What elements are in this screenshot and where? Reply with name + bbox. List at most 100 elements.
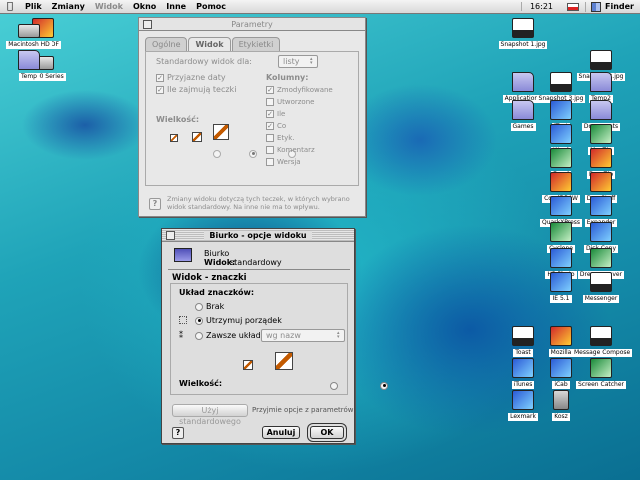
doc-icon xyxy=(512,326,534,346)
checkbox-label: Wersja xyxy=(277,158,301,166)
desktop-icon-messenger[interactable]: Messenger xyxy=(572,272,630,303)
column-checkbox-version[interactable]: Wersja xyxy=(266,156,333,168)
widok-tab-pane: Standardowy widok dla: listy ✓Przyjazne … xyxy=(145,51,359,186)
size-medium-radio[interactable] xyxy=(249,149,258,158)
large-icon-size-icon xyxy=(213,124,229,140)
checkbox-label: Zmodyfikowane xyxy=(277,86,333,94)
biurko-titlebar[interactable]: Biurko - opcje widoku xyxy=(162,229,354,242)
large-icon-size-icon xyxy=(275,352,293,370)
checkbox-folder-sizes[interactable]: ✓ Ile zajmują teczki xyxy=(156,85,236,94)
checkbox-box: ✓ xyxy=(156,73,164,82)
app-icon xyxy=(590,222,612,242)
app-icon xyxy=(550,272,572,292)
menubar-clock[interactable]: 16:21 xyxy=(520,2,561,11)
close-box-icon[interactable] xyxy=(166,231,175,240)
checkbox-label: Utworzone xyxy=(277,98,315,106)
column-checkbox-modified[interactable]: ✓ Zmodyfikowane xyxy=(266,84,333,96)
active-app-name: Finder xyxy=(605,2,634,11)
tab-etykietki[interactable]: Etykietki xyxy=(231,37,281,51)
sort-by-popup[interactable]: wg nazw xyxy=(261,329,345,342)
desktop-icon-label: Messenger xyxy=(582,295,620,303)
ok-button[interactable]: OK xyxy=(310,426,344,439)
checkbox-box xyxy=(266,98,274,106)
tab-ogolne[interactable]: Ogólne xyxy=(145,37,188,51)
biurko-view-options-window: Biurko - opcje widoku Biurko Widok: stan… xyxy=(161,228,389,444)
desktop-icon-macintosh-hd[interactable]: Macintosh HD xyxy=(0,18,58,49)
columns-label: Kolumny: xyxy=(266,73,309,82)
column-checkbox-comment[interactable]: Komentarz xyxy=(266,144,333,156)
desktop-icon-label: iCab xyxy=(552,381,570,389)
icon-view-groupbox: Układ znaczków: Brak Utrzymuj porządek ⁑… xyxy=(170,283,389,395)
checkbox-label: Komentarz xyxy=(277,146,315,154)
radio-always-arrange[interactable]: Zawsze układaj xyxy=(195,331,268,340)
column-checkbox-label[interactable]: Etyk. xyxy=(266,132,333,144)
app-icon xyxy=(550,358,572,378)
small-icon-size-icon xyxy=(170,134,178,142)
doc-icon xyxy=(590,272,612,292)
finder-icon xyxy=(591,1,601,12)
menu-widok[interactable]: Widok xyxy=(90,2,128,11)
desktop-icon-label: Message Compose xyxy=(572,349,633,357)
desktop-icon-message-compose[interactable]: Message Compose xyxy=(572,326,633,357)
window-title: Parametry xyxy=(226,19,278,29)
radio-label: Utrzymuj porządek xyxy=(206,316,282,325)
desktop-icon-label: Kosz xyxy=(552,413,570,421)
doc-icon xyxy=(590,326,612,346)
cancel-button[interactable]: Anuluj xyxy=(262,426,300,439)
column-checkbox-size[interactable]: ✓ Ile xyxy=(266,108,333,120)
application-menu[interactable]: Finder xyxy=(585,1,640,12)
help-icon[interactable]: ? xyxy=(149,198,161,210)
desktop-icon-label: Mozilla xyxy=(548,349,574,357)
checkbox-box: ✓ xyxy=(266,110,274,118)
app2-icon xyxy=(550,326,572,346)
desktop-icon-screen-catcher[interactable]: Screen Catcher xyxy=(572,358,630,389)
radio-keep-arranged[interactable]: Utrzymuj porządek xyxy=(195,316,282,325)
desktop-icon-label: Temp xyxy=(19,73,39,81)
arrange-label: Układ znaczków: xyxy=(179,288,255,297)
checkbox-label: Co xyxy=(277,122,287,130)
menu-zmiany[interactable]: Zmiany xyxy=(47,2,90,11)
help-icon[interactable]: ? xyxy=(172,427,184,439)
keyboard-layout-flag-icon[interactable] xyxy=(567,2,579,11)
desktop-icon-label: IE 5.1 xyxy=(550,295,572,303)
app2-icon xyxy=(590,148,612,168)
desktop-icon-temp[interactable]: Temp xyxy=(0,50,58,81)
divider xyxy=(168,269,350,270)
app2-icon xyxy=(590,172,612,192)
app3-icon xyxy=(590,358,612,378)
desktop-icon-kosz[interactable]: Kosz xyxy=(532,390,590,421)
target-name: Biurko xyxy=(204,249,230,258)
menu-plik[interactable]: Plik xyxy=(20,2,47,11)
use-standard-button[interactable]: Użyj standardowego xyxy=(172,404,248,426)
hd-icon xyxy=(18,24,40,38)
folder-icon xyxy=(512,72,534,92)
column-checkbox-kind[interactable]: ✓ Co xyxy=(266,120,333,132)
menu-pomoc[interactable]: Pomoc xyxy=(191,2,231,11)
app3-icon xyxy=(550,222,572,242)
menu-inne[interactable]: Inne xyxy=(161,2,191,11)
apple-menu-icon[interactable]:  xyxy=(0,1,20,12)
parametry-window: Parametry Ogólne Widok Etykietki Standar… xyxy=(138,17,366,217)
grid-arrange-icon xyxy=(179,316,187,324)
close-box-icon[interactable] xyxy=(143,20,152,29)
view-value: standardowy xyxy=(230,258,282,267)
standard-view-popup[interactable]: listy xyxy=(278,55,318,68)
size-large-radio[interactable] xyxy=(380,381,389,390)
tab-widok[interactable]: Widok xyxy=(188,37,231,51)
folder-icon xyxy=(590,100,612,120)
desktop-icon-label: iTunes xyxy=(511,381,535,389)
menu-okno[interactable]: Okno xyxy=(128,2,161,11)
radio-none[interactable]: Brak xyxy=(195,302,224,311)
desktop-icon-temp2[interactable]: Temp2 xyxy=(572,72,630,103)
app3-icon xyxy=(590,124,612,144)
app3-icon xyxy=(550,148,572,168)
radio-label: Zawsze układaj xyxy=(206,331,268,340)
column-checkbox-created[interactable]: Utworzone xyxy=(266,96,333,108)
app-icon xyxy=(512,390,534,410)
size-small-radio[interactable] xyxy=(329,381,338,390)
desktop-icon-snapshot-1-jpg[interactable]: Snapshot 1.jpg xyxy=(494,18,552,49)
parametry-titlebar[interactable]: Parametry xyxy=(139,18,365,31)
checkbox-friendly-dates[interactable]: ✓ Przyjazne daty xyxy=(156,73,226,82)
small-icon-size-icon xyxy=(243,360,253,370)
size-small-radio[interactable] xyxy=(212,149,221,158)
